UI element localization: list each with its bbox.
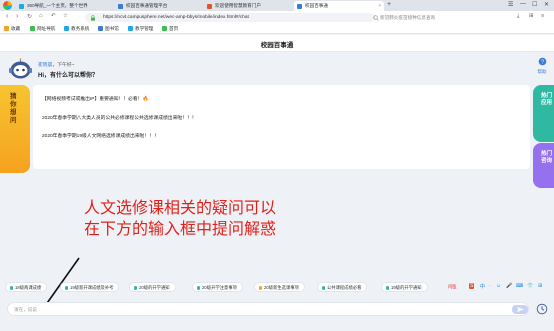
- quick-question-chip[interactable]: 18级两课成绩: [5, 282, 48, 292]
- chip-dot-icon: [196, 286, 200, 290]
- quick-question-chip[interactable]: 20级的开学通知: [129, 282, 176, 292]
- chat-input[interactable]: [8, 303, 503, 316]
- chip-dot-icon: [9, 286, 13, 290]
- quick-question-chip[interactable]: 20级开学注意事项: [192, 282, 243, 292]
- quick-question-chip[interactable]: 19级新开课成绩及补考: [60, 282, 120, 292]
- ime-lang-icon[interactable]: 中: [480, 283, 485, 290]
- quick-question-chip[interactable]: 公共课程成绩必看: [317, 282, 368, 292]
- history-icon[interactable]: [536, 303, 548, 315]
- ime-punct-icon[interactable]: ·: [489, 283, 491, 289]
- chip-dot-icon: [64, 286, 68, 290]
- quick-question-chip[interactable]: 20级新生选课事项: [254, 282, 305, 292]
- chip-dot-icon: [258, 286, 262, 290]
- chip-dot-icon: [133, 286, 137, 290]
- chat-input-bar: [7, 302, 529, 316]
- ime-mic-icon[interactable]: 🎤: [506, 283, 512, 289]
- send-icon: [517, 307, 524, 312]
- ime-emoji-icon[interactable]: ☺: [496, 283, 501, 289]
- chip-dot-icon: [321, 286, 325, 290]
- chip-more-link[interactable]: 问医: [448, 284, 457, 290]
- ime-skin-icon[interactable]: 👕: [527, 283, 533, 289]
- quick-question-chip[interactable]: 19级的开学通知: [381, 282, 428, 292]
- quick-question-bar: 18级两课成绩 19级新开课成绩及补考 20级的开学通知 20级开学注意事项 2…: [0, 280, 554, 294]
- ime-keyboard-icon[interactable]: ⌨: [516, 283, 523, 289]
- ime-sogou-icon[interactable]: S: [469, 283, 475, 289]
- send-button[interactable]: [512, 305, 528, 314]
- chip-dot-icon: [385, 286, 389, 290]
- ime-menu-icon[interactable]: ⊞: [538, 283, 542, 289]
